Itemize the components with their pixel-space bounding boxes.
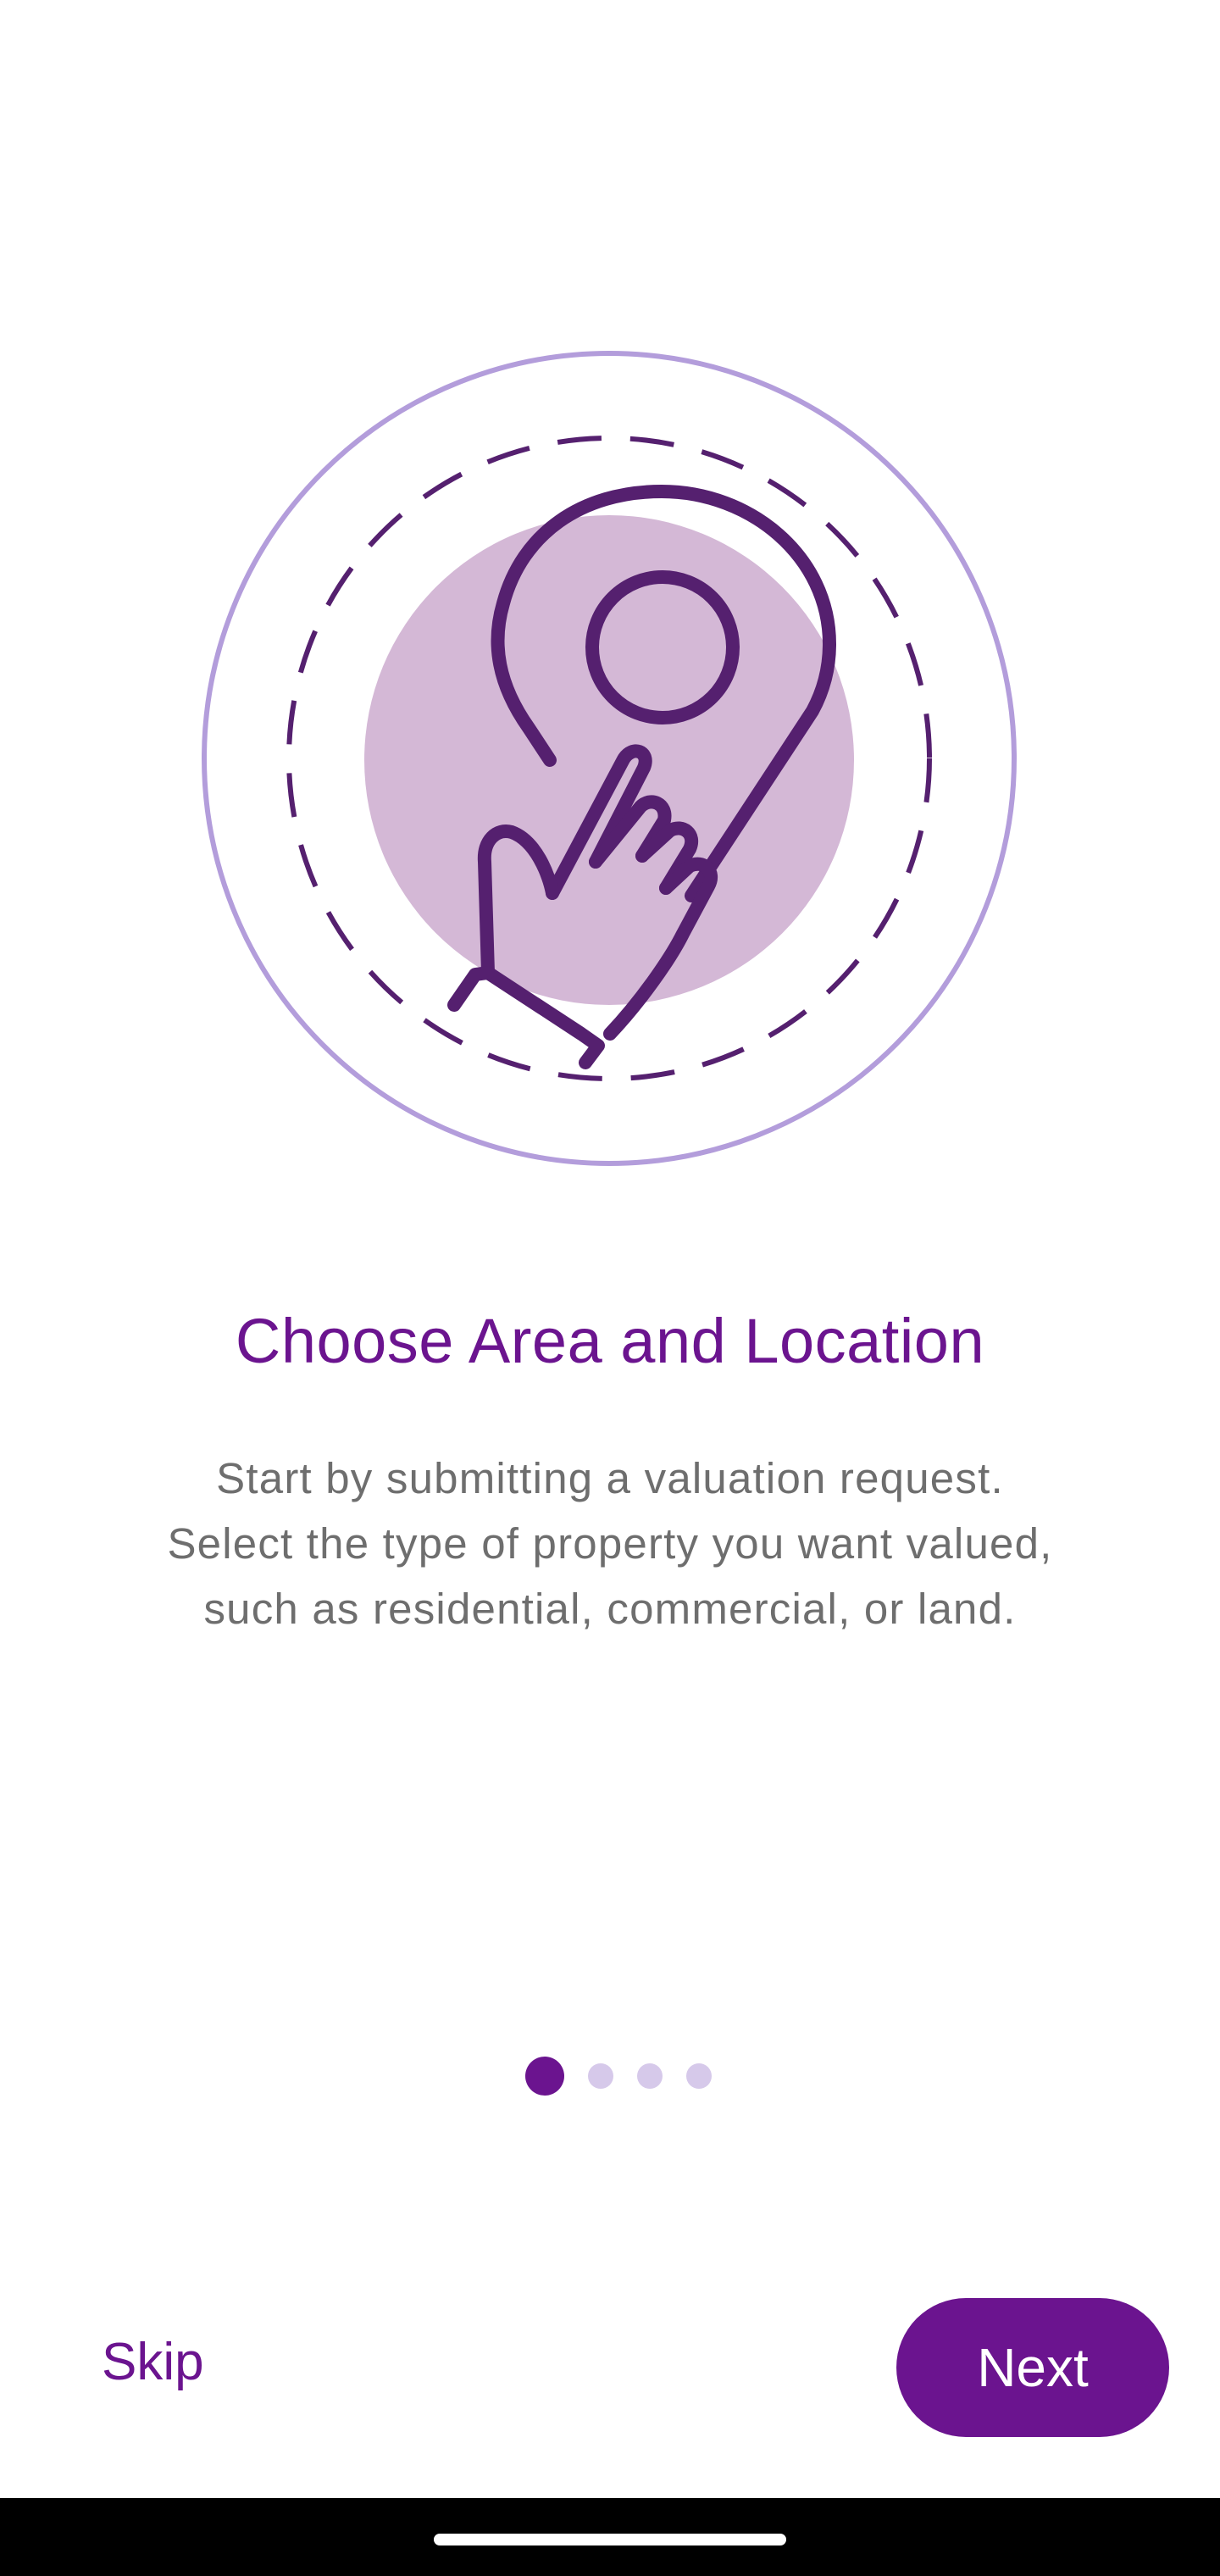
home-indicator[interactable] (434, 2534, 786, 2545)
onboarding-screen: Choose Area and Location Start by submit… (0, 0, 1220, 2576)
onboarding-illustration (200, 349, 1018, 1168)
page-indicator (0, 2056, 1220, 2096)
description-line: Select the type of property you want val… (167, 1519, 1053, 1568)
page-dot-3[interactable] (637, 2063, 663, 2089)
page-dot-2[interactable] (588, 2063, 613, 2089)
page-dot-4[interactable] (686, 2063, 712, 2089)
page-dot-1[interactable] (525, 2057, 564, 2096)
hand-tap-location-pin-icon (202, 351, 1017, 1166)
next-button[interactable]: Next (896, 2298, 1169, 2437)
hand-cuff (447, 966, 495, 1012)
skip-button[interactable]: Skip (102, 2332, 204, 2392)
description-line: such as residential, commercial, or land… (203, 1585, 1017, 1633)
description-line: Start by submitting a valuation request. (216, 1454, 1004, 1502)
page-title: Choose Area and Location (235, 1306, 985, 1376)
system-navigation-bar (0, 2498, 1220, 2576)
description-text: Start by submitting a valuation request.… (85, 1446, 1135, 1641)
